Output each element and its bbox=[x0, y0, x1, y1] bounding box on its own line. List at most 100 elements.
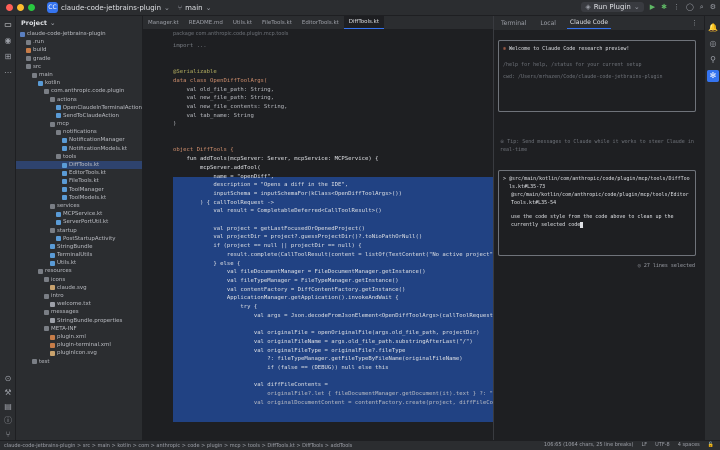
line-separator[interactable]: LF bbox=[641, 442, 647, 448]
settings-icon[interactable]: ⚙ bbox=[710, 3, 716, 11]
editor-tab[interactable]: README.md bbox=[184, 16, 228, 29]
database-icon[interactable]: ⚲ bbox=[707, 54, 719, 66]
lock-icon[interactable]: 🔓 bbox=[708, 442, 714, 448]
tree-item[interactable]: claude.svg bbox=[16, 284, 142, 292]
welcome-hint-cwd: cwd: /Users/mrhazen/Code/claude-code-jet… bbox=[503, 74, 663, 80]
tree-item[interactable]: ServerPortUtil.kt bbox=[16, 218, 142, 226]
maximize-window-button[interactable] bbox=[28, 4, 35, 11]
tree-item[interactable]: com.anthropic.code.plugin bbox=[16, 87, 142, 95]
tree-item[interactable]: .run bbox=[16, 38, 142, 46]
profile-icon[interactable]: ◯ bbox=[686, 3, 694, 11]
tree-item[interactable]: mcp bbox=[16, 120, 142, 128]
build-icon[interactable]: ⚒ bbox=[3, 388, 13, 398]
tree-item[interactable]: src bbox=[16, 63, 142, 71]
tree-item[interactable]: actions bbox=[16, 96, 142, 104]
file-encoding[interactable]: UTF-8 bbox=[655, 442, 670, 448]
services-icon[interactable]: ⊙ bbox=[3, 374, 13, 384]
editor-tab[interactable]: DiffTools.kt bbox=[343, 16, 384, 29]
file-icon bbox=[44, 277, 49, 283]
tree-item[interactable]: Utils.kt bbox=[16, 259, 142, 267]
tree-item[interactable]: icons bbox=[16, 276, 142, 284]
tree-item[interactable]: OpenClaudeInTerminalAction bbox=[16, 104, 142, 112]
terminal-tab[interactable]: Local bbox=[537, 18, 559, 29]
editor-tab[interactable]: FileTools.kt bbox=[257, 16, 297, 29]
claude-code-icon[interactable]: ✻ bbox=[707, 70, 719, 82]
status-path[interactable]: claude-code-jetbrains-plugin > src > mai… bbox=[4, 443, 352, 449]
minimize-window-button[interactable] bbox=[17, 4, 24, 11]
tree-item-label: FileTools.kt bbox=[69, 178, 99, 185]
tree-item[interactable]: messages bbox=[16, 308, 142, 316]
tree-item[interactable]: PostStartupActivity bbox=[16, 235, 142, 243]
prompt-input-box[interactable]: > @src/main/kotlin/com/anthropic/code/plu… bbox=[498, 170, 696, 256]
tree-item[interactable]: NotificationManager bbox=[16, 136, 142, 144]
tree-item[interactable]: notifications bbox=[16, 128, 142, 136]
tree-item[interactable]: services bbox=[16, 202, 142, 210]
terminal-icon[interactable]: ▤ bbox=[3, 402, 13, 412]
tree-item[interactable]: intro bbox=[16, 292, 142, 300]
file-icon bbox=[62, 138, 67, 144]
tree-item[interactable]: resources bbox=[16, 267, 142, 275]
structure-icon[interactable]: ⊞ bbox=[3, 52, 13, 62]
tree-item[interactable]: main bbox=[16, 71, 142, 79]
terminal-tab[interactable]: Terminal bbox=[498, 18, 529, 29]
code-line: import ... bbox=[173, 43, 207, 49]
tree-item[interactable]: pluginIcon.svg bbox=[16, 349, 142, 357]
tree-item[interactable]: ToolManager bbox=[16, 186, 142, 194]
status-bar: claude-code-jetbrains-plugin > src > mai… bbox=[0, 440, 720, 450]
close-window-button[interactable] bbox=[6, 4, 13, 11]
editor-tab[interactable]: Manager.kt bbox=[143, 16, 184, 29]
tree-item[interactable]: StringBundle.properties bbox=[16, 317, 142, 325]
code-line: val projectDir = project?.guessProjectDi… bbox=[173, 234, 423, 241]
more-tools-icon[interactable]: ⋯ bbox=[3, 68, 13, 78]
tree-item[interactable]: FileTools.kt bbox=[16, 177, 142, 185]
tree-item[interactable]: test bbox=[16, 358, 142, 366]
tree-item[interactable]: DiffTools.kt bbox=[16, 161, 142, 170]
tree-item[interactable]: kotlin bbox=[16, 79, 142, 87]
more-icon[interactable]: ⋮ bbox=[691, 19, 698, 27]
folder-icon[interactable]: ▭ bbox=[3, 20, 13, 30]
tree-item[interactable]: plugin.xml bbox=[16, 333, 142, 341]
search-icon[interactable]: ⌕ bbox=[700, 3, 704, 12]
editor-tab[interactable]: Utils.kt bbox=[228, 16, 257, 29]
tree-item[interactable]: claude-code-jetbrains-plugin bbox=[16, 30, 142, 38]
run-config-selector[interactable]: ◈ Run Plugin ⌄ bbox=[581, 2, 644, 12]
tree-item-label: plugin-terminal.xml bbox=[57, 342, 111, 349]
tree-item[interactable]: welcome.txt bbox=[16, 300, 142, 308]
run-icon[interactable]: ▶ bbox=[650, 3, 655, 11]
cursor-position[interactable]: 106:65 (1064 chars, 25 line breaks) bbox=[544, 442, 634, 448]
notifications-icon[interactable]: 🔔 bbox=[707, 22, 719, 34]
project-switcher[interactable]: CC claude-code-jetbrains-plugin ⌄ bbox=[47, 2, 170, 13]
tree-item[interactable]: StringBundle bbox=[16, 243, 142, 251]
tree-item[interactable]: MCPService.kt bbox=[16, 210, 142, 218]
tree-item[interactable]: SendToClaudeAction bbox=[16, 112, 142, 120]
tree-item[interactable]: META-INF bbox=[16, 325, 142, 333]
more-icon[interactable]: ⋮ bbox=[673, 3, 680, 11]
indent-setting[interactable]: 4 spaces bbox=[678, 442, 700, 448]
tree-item[interactable]: EditorTools.kt bbox=[16, 169, 142, 177]
git-icon[interactable]: ⑂ bbox=[3, 430, 13, 440]
tree-item[interactable]: NotificationModels.kt bbox=[16, 145, 142, 153]
code-view[interactable]: import ... @Serializable data class OpenDi… bbox=[173, 39, 493, 440]
tree-item[interactable]: ToolModels.kt bbox=[16, 194, 142, 202]
terminal-tab[interactable]: Claude Code bbox=[566, 17, 612, 29]
tree-item[interactable]: gradle bbox=[16, 55, 142, 63]
debug-icon[interactable]: ✱ bbox=[661, 3, 667, 11]
tree-item-label: plugin.xml bbox=[57, 333, 86, 340]
tree-item[interactable]: startup bbox=[16, 227, 142, 235]
tree-item[interactable]: tools bbox=[16, 153, 142, 161]
commit-icon[interactable]: ◉ bbox=[3, 36, 13, 46]
file-icon bbox=[62, 146, 67, 152]
problems-icon[interactable]: ⓘ bbox=[3, 416, 13, 426]
tree-item[interactable]: TerminalUtils bbox=[16, 251, 142, 259]
tree-item[interactable]: build bbox=[16, 46, 142, 54]
asterisk-icon: ✻ bbox=[503, 46, 507, 52]
project-panel-header[interactable]: Project ⌄ bbox=[16, 16, 142, 30]
code-line: val tab_name: String bbox=[173, 112, 254, 119]
code-line: fun addTools(mcpServer: Server, mcpServi… bbox=[173, 156, 379, 163]
tree-item-label: Utils.kt bbox=[57, 260, 77, 267]
editor-tab[interactable]: EditorTools.kt bbox=[297, 16, 344, 29]
branch-switcher[interactable]: ⑂ main ⌄ bbox=[178, 4, 212, 12]
gradle-icon[interactable]: ◎ bbox=[707, 38, 719, 50]
file-icon bbox=[50, 244, 55, 250]
tree-item[interactable]: plugin-terminal.xml bbox=[16, 341, 142, 349]
